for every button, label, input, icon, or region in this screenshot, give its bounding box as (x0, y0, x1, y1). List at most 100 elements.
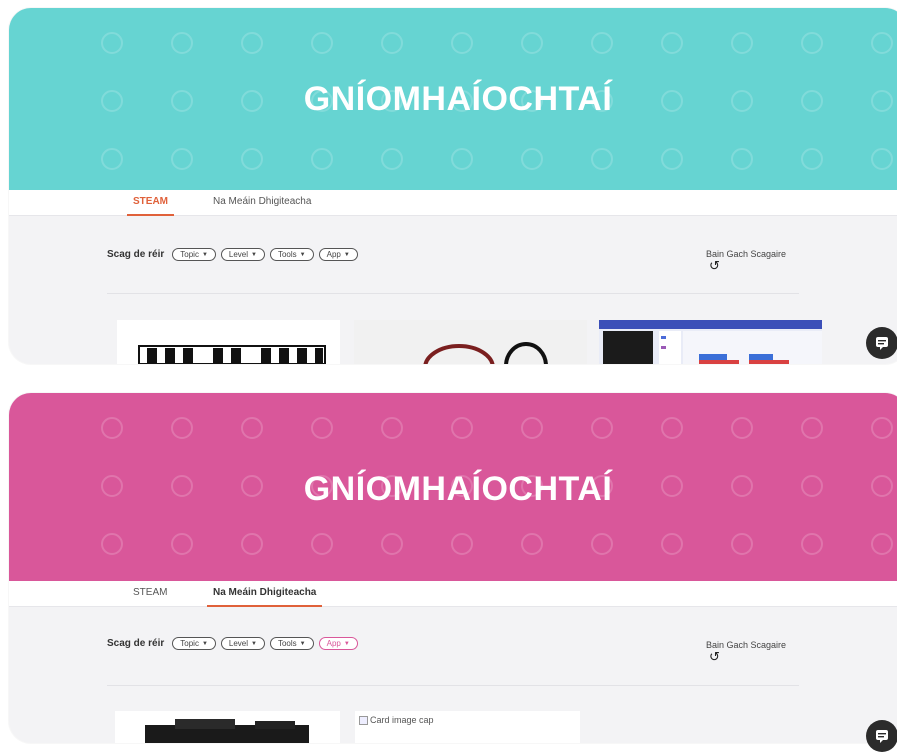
pattern-motif-icon (101, 417, 123, 439)
filter-topic[interactable]: Topic ▼ (172, 637, 216, 650)
pattern-motif-icon (731, 533, 753, 555)
pattern-motif-icon (661, 148, 683, 170)
filter-topic-label: Topic (180, 639, 199, 648)
filter-level-label: Level (228, 250, 249, 259)
card-image-alt-text: Card image cap (370, 715, 434, 725)
filter-tools[interactable]: Tools ▼ (269, 248, 314, 261)
pattern-motif-icon (101, 148, 123, 170)
filter-topic[interactable]: Topic ▼ (172, 248, 216, 261)
pattern-motif-icon (801, 32, 823, 54)
filter-app-label: App (326, 250, 341, 259)
pattern-motif-icon (521, 417, 543, 439)
activity-card-image-cap[interactable]: Card image cap (355, 711, 580, 743)
pattern-motif-icon (381, 32, 403, 54)
page-title: GNÍOMHAÍOCHTAÍ (303, 470, 613, 508)
filter-label: Scag de réir (107, 249, 165, 260)
filter-label: Scag de réir (107, 638, 165, 649)
activity-card-piano[interactable] (117, 320, 340, 364)
filter-tools[interactable]: Tools ▼ (269, 637, 314, 650)
activities-panel-digital-media: GNÍOMHAÍOCHTAÍ STEAM Na Meáin Dhigiteach… (9, 393, 897, 743)
caret-down-icon: ▼ (201, 640, 208, 647)
pattern-motif-icon (661, 417, 683, 439)
activity-card-microbit[interactable] (599, 320, 822, 364)
pattern-motif-icon (521, 533, 543, 555)
pattern-motif-icon (451, 417, 473, 439)
undo-icon: ↺ (709, 258, 720, 273)
filter-tools-label: Tools (277, 639, 297, 648)
tab-bar: STEAM Na Meáin Dhigiteacha (9, 581, 897, 607)
chat-icon[interactable] (866, 720, 897, 752)
pattern-motif-icon (241, 533, 263, 555)
pattern-motif-icon (451, 533, 473, 555)
undo-icon: ↺ (709, 649, 720, 664)
filter-level-label: Level (228, 639, 249, 648)
piano-keys-image (138, 345, 326, 364)
pattern-motif-icon (591, 32, 613, 54)
pattern-motif-icon (311, 148, 333, 170)
broken-image: Card image cap (359, 715, 434, 725)
pattern-motif-icon (591, 533, 613, 555)
pattern-motif-icon (731, 417, 753, 439)
pattern-motif-icon (101, 32, 123, 54)
filter-tools-label: Tools (277, 250, 297, 259)
caret-down-icon: ▼ (299, 640, 306, 647)
makecode-screenshot-image (599, 320, 822, 364)
caret-down-icon: ▼ (251, 640, 257, 647)
rings-image (423, 342, 548, 364)
tab-digital-media[interactable]: Na Meáin Dhigiteacha (207, 190, 317, 216)
caret-down-icon: ▼ (201, 251, 208, 258)
pattern-motif-icon (451, 148, 473, 170)
activities-panel-steam: GNÍOMHAÍOCHTAÍ STEAM Na Meáin Dhigiteach… (9, 8, 897, 364)
clear-filters-button[interactable]: Bain Gach Scagaire ↺ (706, 248, 786, 272)
filter-app[interactable]: App ▼ (318, 637, 358, 650)
pattern-motif-icon (801, 148, 823, 170)
divider (107, 685, 799, 686)
pattern-motif-icon (521, 32, 543, 54)
pattern-motif-icon (661, 533, 683, 555)
pattern-motif-icon (731, 32, 753, 54)
broken-image-icon (359, 715, 368, 725)
tab-bar: STEAM Na Meáin Dhigiteacha (9, 190, 897, 216)
filter-row: Scag de réir Topic ▼ Level ▼ Tools ▼ App ▼ (107, 637, 358, 650)
pattern-motif-icon (381, 533, 403, 555)
pattern-motif-icon (101, 533, 123, 555)
filter-topic-label: Topic (180, 250, 199, 259)
page-title: GNÍOMHAÍOCHTAÍ (303, 80, 613, 118)
camera-image (145, 719, 309, 743)
pattern-motif-icon (871, 533, 893, 555)
tab-steam[interactable]: STEAM (127, 190, 174, 216)
caret-down-icon: ▼ (343, 251, 350, 258)
pattern-motif-icon (311, 417, 333, 439)
filter-level[interactable]: Level ▼ (220, 637, 265, 650)
pattern-motif-icon (801, 533, 823, 555)
tab-digital-media[interactable]: Na Meáin Dhigiteacha (207, 581, 323, 607)
pattern-motif-icon (311, 533, 333, 555)
tab-steam[interactable]: STEAM (127, 581, 173, 607)
caret-down-icon: ▼ (299, 251, 306, 258)
pattern-motif-icon (171, 148, 193, 170)
filter-level[interactable]: Level ▼ (220, 248, 265, 261)
pattern-motif-icon (591, 417, 613, 439)
filter-app[interactable]: App ▼ (318, 248, 358, 261)
pattern-motif-icon (171, 533, 193, 555)
pattern-motif-icon (171, 32, 193, 54)
pattern-motif-icon (171, 417, 193, 439)
pattern-motif-icon (451, 32, 473, 54)
caret-down-icon: ▼ (251, 251, 257, 258)
pattern-motif-icon (241, 148, 263, 170)
pattern-motif-icon (661, 32, 683, 54)
pattern-motif-icon (591, 148, 613, 170)
clear-filters-button[interactable]: Bain Gach Scagaire ↺ (706, 639, 786, 663)
activity-card-camera[interactable] (115, 711, 340, 743)
pattern-motif-icon (241, 417, 263, 439)
pattern-motif-icon (731, 148, 753, 170)
chat-icon[interactable] (866, 327, 897, 359)
pattern-motif-icon (381, 417, 403, 439)
activity-card-rings[interactable] (354, 320, 587, 364)
pattern-motif-icon (241, 32, 263, 54)
pattern-motif-icon (311, 32, 333, 54)
pattern-motif-icon (871, 417, 893, 439)
filter-row: Scag de réir Topic ▼ Level ▼ Tools ▼ App ▼ (107, 248, 358, 261)
hero-banner: GNÍOMHAÍOCHTAÍ (9, 393, 897, 581)
caret-down-icon: ▼ (343, 640, 350, 647)
